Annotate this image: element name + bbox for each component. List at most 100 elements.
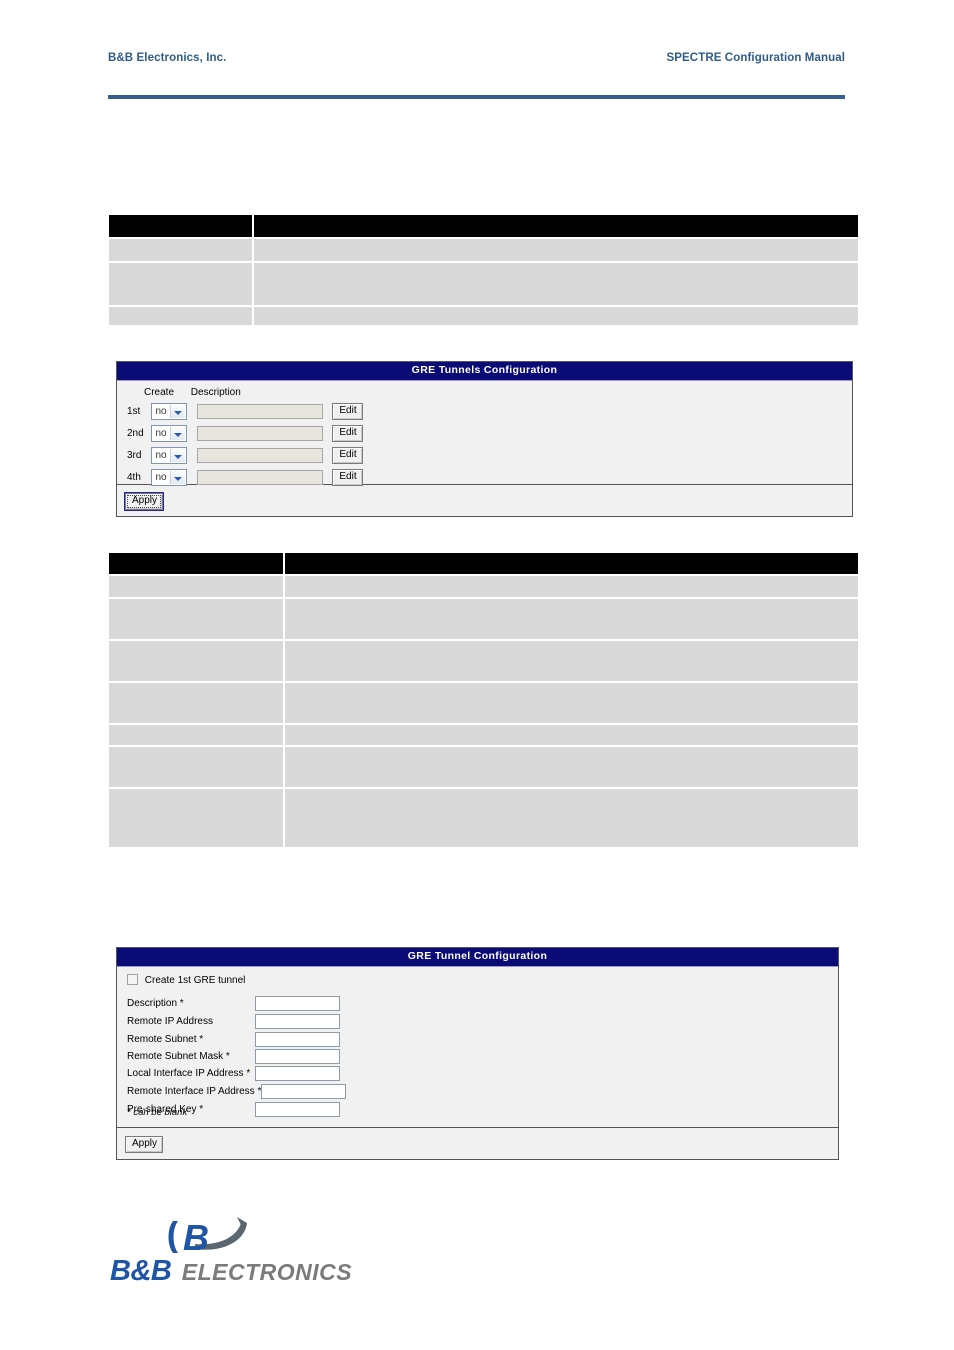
gre-tunnel-form-body: Create 1st GRE tunnel Description * Remo…: [117, 967, 838, 1127]
field-row-remote-subnet-mask: Remote Subnet Mask *: [127, 1048, 341, 1065]
table-cell: [109, 641, 283, 681]
tunnel-ordinal-label: 2nd: [127, 428, 144, 440]
gre-tunnels-configuration-panel: GRE Tunnels Configuration Create Descrip…: [116, 361, 853, 517]
table-cell: [109, 725, 283, 745]
table-header-cell: [285, 553, 858, 574]
table-cell: [109, 747, 283, 787]
description-input-1st[interactable]: [196, 404, 323, 420]
table-header-row: [109, 215, 858, 237]
table-cell: [254, 263, 858, 305]
tunnel-row-4th: 4th no Edit: [127, 469, 364, 491]
field-row-description: Description *: [127, 995, 341, 1012]
table-cell: [109, 789, 283, 847]
footer-logo: B B&B ELECTRONICS: [110, 1215, 360, 1287]
table-row: [109, 683, 858, 723]
table-row: [109, 263, 858, 305]
local-interface-ip-address-field[interactable]: [255, 1066, 341, 1082]
table-row: [109, 641, 858, 681]
chevron-down-icon[interactable]: [170, 449, 186, 463]
column-header-description: Description: [190, 387, 241, 398]
create-select-value: no: [155, 406, 167, 418]
panel-title-gre-tunnel: GRE Tunnel Configuration: [117, 948, 838, 967]
blank-allowed-footnote: * can be blank: [127, 1107, 188, 1118]
create-tunnel-checkbox[interactable]: [127, 974, 138, 985]
remote-subnet-field[interactable]: [255, 1032, 341, 1048]
tunnel-row-3rd: 3rd no Edit: [127, 447, 364, 469]
table-cell: [285, 683, 858, 723]
create-select-value: no: [155, 450, 167, 462]
remote-ip-address-field[interactable]: [255, 1014, 341, 1030]
create-select-4th[interactable]: no: [151, 469, 188, 487]
field-label: Remote Subnet *: [127, 1034, 204, 1046]
description-table-two: [107, 551, 860, 849]
chevron-down-icon[interactable]: [170, 471, 186, 485]
create-select-3rd[interactable]: no: [151, 447, 188, 465]
bb-logo-mark-icon: B: [168, 1217, 247, 1257]
tunnel-ordinal-label: 4th: [127, 472, 141, 484]
header-divider-rule: [108, 95, 845, 99]
tunnel-ordinal-label: 1st: [127, 406, 141, 418]
table-cell: [109, 263, 252, 305]
chevron-down-icon[interactable]: [170, 405, 186, 419]
table-row: [109, 789, 858, 847]
table-cell: [109, 239, 252, 261]
field-row-remote-subnet: Remote Subnet *: [127, 1031, 341, 1048]
description-input-4th[interactable]: [196, 470, 323, 486]
field-label: Local Interface IP Address *: [127, 1068, 251, 1080]
table-cell: [109, 599, 283, 639]
table-header-cell: [109, 215, 252, 237]
tunnel-row-2nd: 2nd no Edit: [127, 425, 364, 447]
page-header: B&B Electronics, Inc. SPECTRE Configurat…: [108, 52, 845, 74]
logo-suffix-text: ELECTRONICS: [181, 1259, 353, 1285]
field-label: Remote IP Address: [127, 1016, 213, 1028]
logo-wordmark: B&B ELECTRONICS: [110, 1255, 352, 1288]
edit-button-3rd[interactable]: Edit: [332, 447, 364, 465]
edit-button-4th[interactable]: Edit: [332, 469, 364, 487]
table-row: [109, 725, 858, 745]
create-tunnel-checkbox-row: Create 1st GRE tunnel: [127, 974, 245, 986]
description-field[interactable]: [255, 996, 341, 1012]
apply-button-tunnels[interactable]: Apply: [125, 493, 163, 510]
logo-brand-text: B&B: [110, 1255, 172, 1287]
create-select-value: no: [155, 428, 167, 440]
table-cell: [109, 683, 283, 723]
field-row-local-interface-ip-address: Local Interface IP Address *: [127, 1065, 341, 1082]
table-cell: [109, 307, 252, 325]
gre-tunnels-form-body: Create Description 1st no Edit 2nd no Ed…: [117, 381, 852, 487]
gre-tunnel-configuration-panel: GRE Tunnel Configuration Create 1st GRE …: [116, 947, 839, 1160]
edit-button-2nd[interactable]: Edit: [332, 425, 364, 443]
table-cell: [285, 599, 858, 639]
create-select-value: no: [155, 472, 167, 484]
table-row: [109, 576, 858, 597]
table-row: [109, 239, 858, 261]
table-cell: [285, 747, 858, 787]
table-cell: [285, 641, 858, 681]
field-row-remote-ip-address: Remote IP Address: [127, 1013, 341, 1030]
gre-tunnel-footer: Apply: [117, 1127, 838, 1159]
pre-shared-key-field[interactable]: [255, 1102, 341, 1118]
create-select-2nd[interactable]: no: [151, 425, 188, 443]
remote-interface-ip-address-field[interactable]: [261, 1084, 347, 1100]
apply-button-tunnel[interactable]: Apply: [125, 1136, 163, 1153]
remote-subnet-mask-field[interactable]: [255, 1049, 341, 1065]
create-select-1st[interactable]: no: [151, 403, 188, 421]
table-row: [109, 747, 858, 787]
column-header-create: Create: [144, 387, 175, 398]
description-input-2nd[interactable]: [196, 426, 323, 442]
table-header-cell: [109, 553, 283, 574]
description-input-3rd[interactable]: [196, 448, 323, 464]
description-table-one: [107, 213, 860, 327]
table-row: [109, 599, 858, 639]
field-row-remote-interface-ip-address: Remote Interface IP Address *: [127, 1083, 347, 1100]
panel-title-gre-tunnels: GRE Tunnels Configuration: [117, 362, 852, 381]
field-label: Remote Subnet Mask *: [127, 1051, 230, 1063]
header-company-name: B&B Electronics, Inc.: [108, 52, 227, 64]
table-header-cell: [254, 215, 858, 237]
tunnel-ordinal-label: 3rd: [127, 450, 142, 462]
table-cell: [285, 576, 858, 597]
table-cell: [254, 307, 858, 325]
table-cell: [285, 725, 858, 745]
field-label: Description *: [127, 998, 184, 1010]
edit-button-1st[interactable]: Edit: [332, 403, 364, 421]
chevron-down-icon[interactable]: [170, 427, 186, 441]
